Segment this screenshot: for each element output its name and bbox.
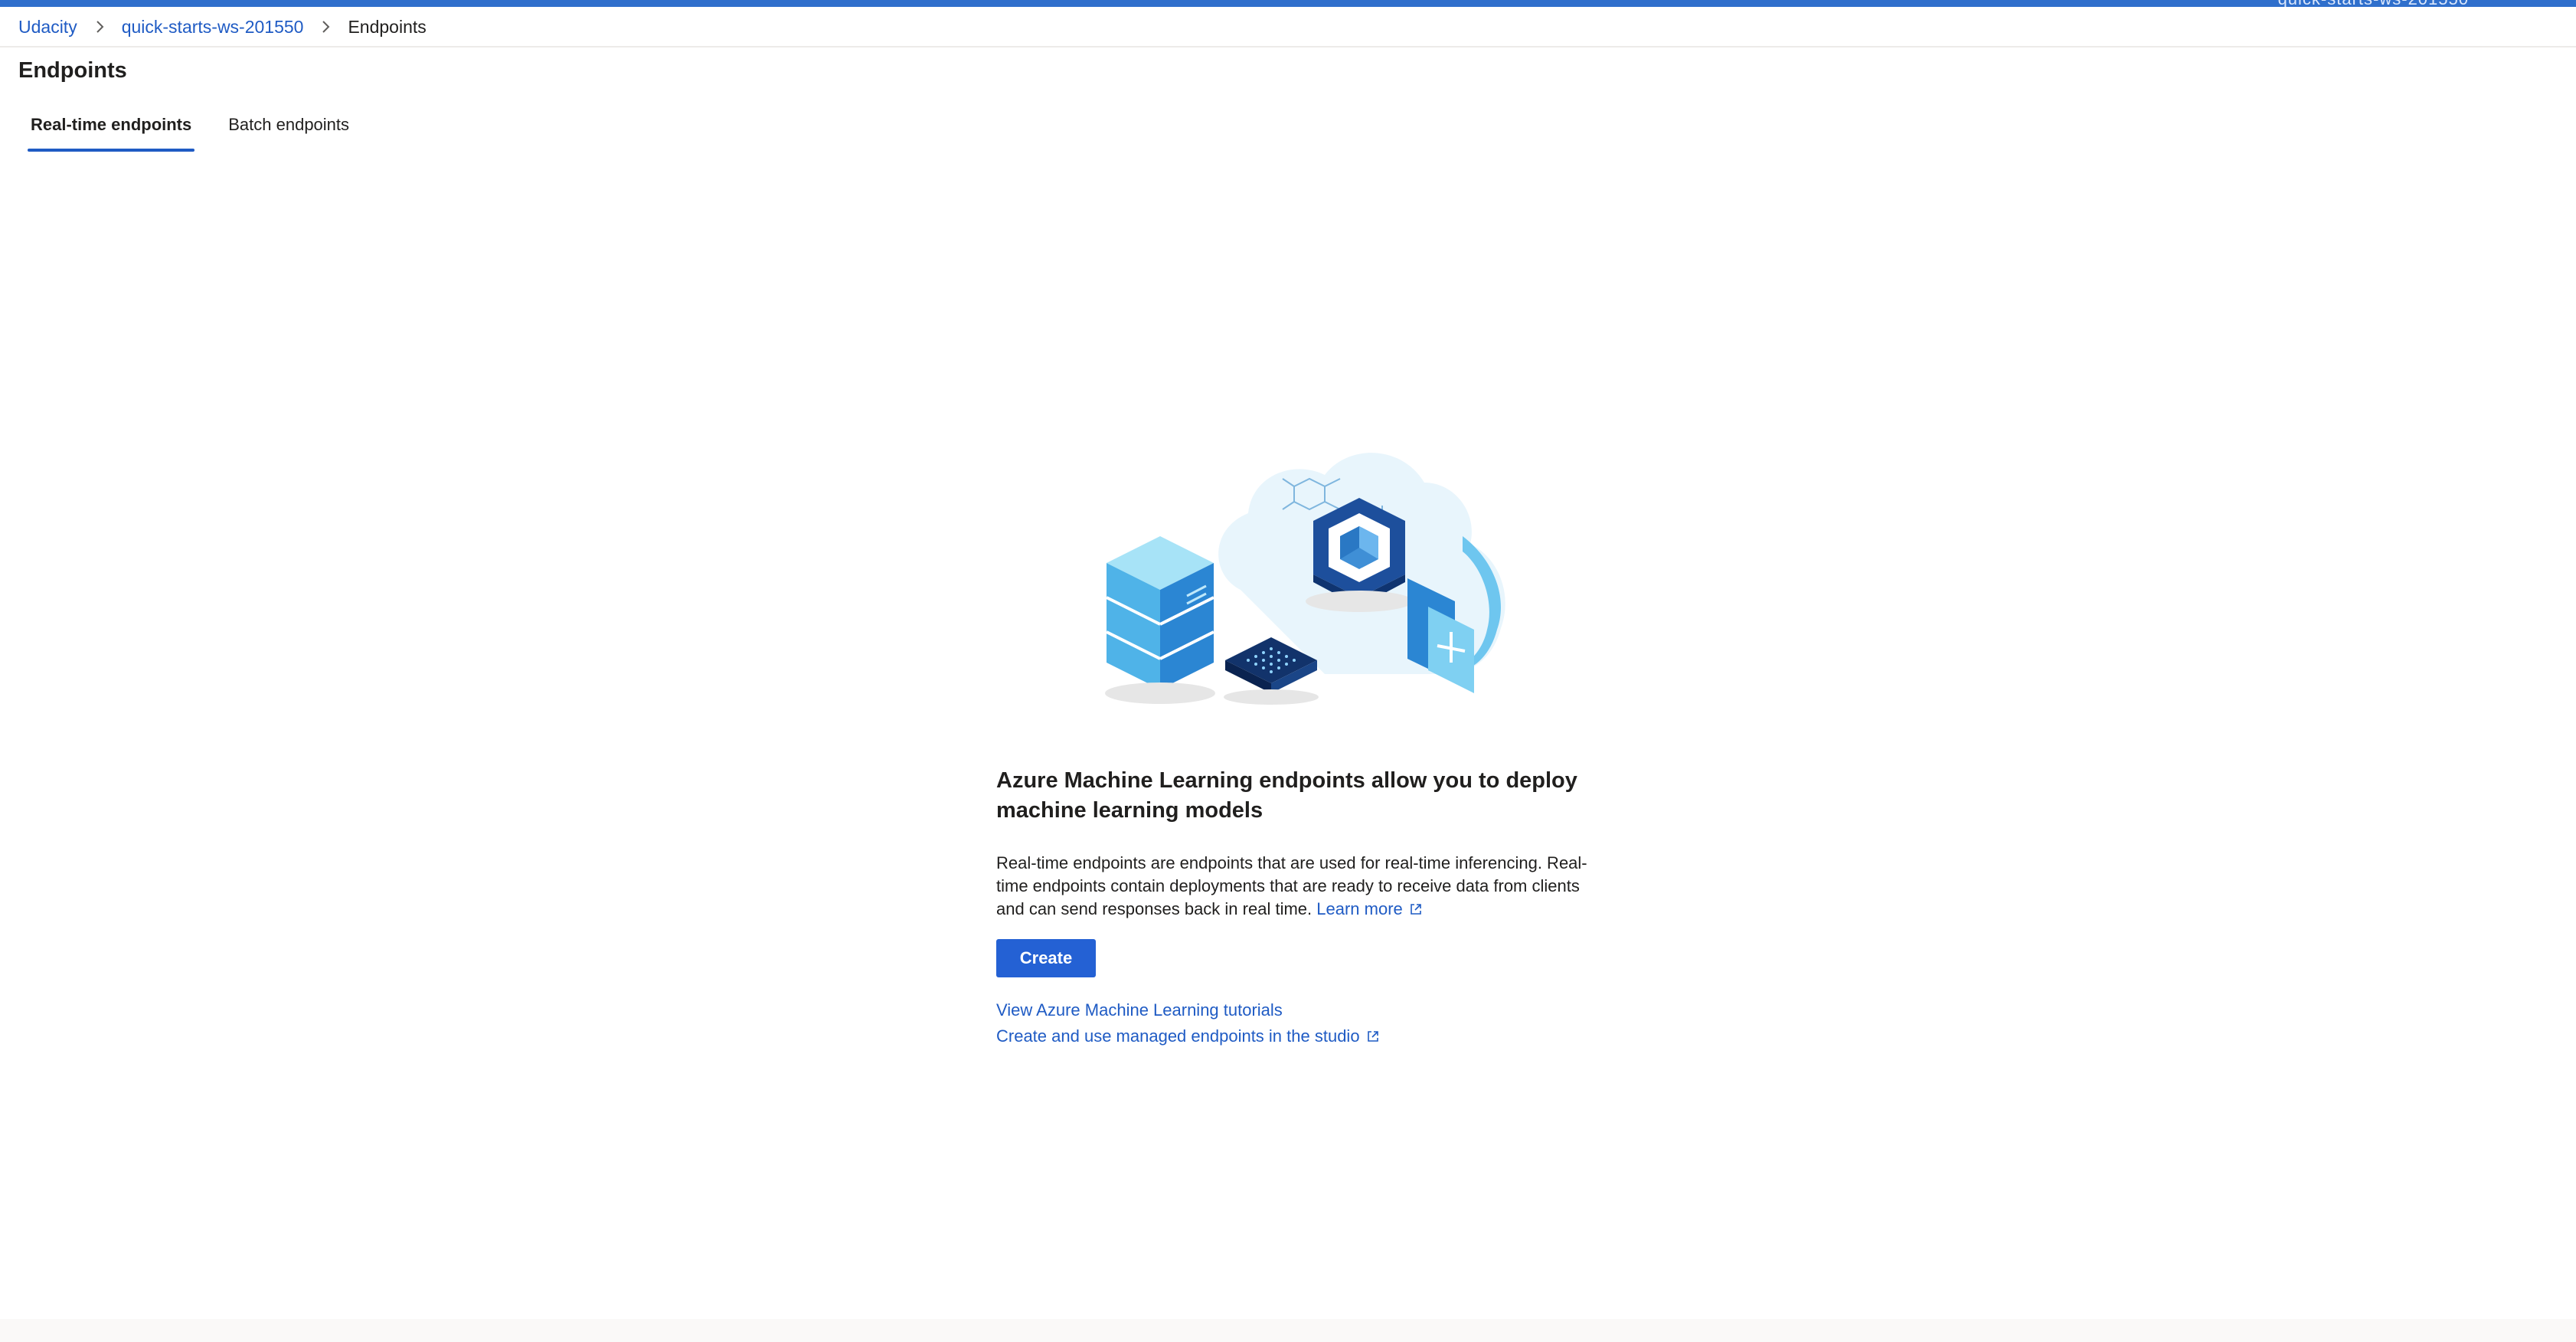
external-link-icon xyxy=(1410,904,1421,915)
empty-state-headline: Azure Machine Learning endpoints allow y… xyxy=(996,768,1577,823)
breadcrumb-udacity[interactable]: Udacity xyxy=(18,17,77,38)
top-bar: quick-starts-ws-201550 xyxy=(0,0,2576,7)
managed-endpoints-label: Create and use managed endpoints in the … xyxy=(996,1026,1360,1046)
empty-state: Azure Machine Learning endpoints allow y… xyxy=(996,766,1601,1048)
tutorials-link[interactable]: View Azure Machine Learning tutorials xyxy=(996,999,1601,1022)
breadcrumb-current: Endpoints xyxy=(348,16,427,37)
create-button[interactable]: Create xyxy=(996,939,1096,977)
workspace-name-clipped[interactable]: quick-starts-ws-201550 xyxy=(2278,0,2469,7)
chevron-right-icon xyxy=(77,15,122,38)
header-divider xyxy=(0,46,2576,47)
empty-state-description: Real-time endpoints are endpoints that a… xyxy=(996,852,1601,921)
managed-endpoints-link[interactable]: Create and use managed endpoints in the … xyxy=(996,1025,1601,1048)
tab-batch-endpoints[interactable]: Batch endpoints xyxy=(225,112,352,152)
description-text: Real-time endpoints are endpoints that a… xyxy=(996,853,1587,918)
tab-real-time-endpoints[interactable]: Real-time endpoints xyxy=(28,112,195,152)
learn-more-label: Learn more xyxy=(1316,899,1403,918)
external-link-icon xyxy=(1367,1031,1378,1042)
breadcrumb: Udacity quick-starts-ws-201550 Endpoints xyxy=(18,14,427,40)
endpoints-illustration xyxy=(1105,453,1505,705)
endpoint-tabs: Real-time endpoints Batch endpoints xyxy=(28,112,352,152)
breadcrumb-workspace[interactable]: quick-starts-ws-201550 xyxy=(122,17,304,38)
chevron-right-icon xyxy=(303,15,348,38)
page-title: Endpoints xyxy=(18,58,127,83)
bottom-bar xyxy=(0,1319,2576,1342)
learn-more-link[interactable]: Learn more xyxy=(1316,899,1423,918)
help-links: View Azure Machine Learning tutorials Cr… xyxy=(996,999,1601,1048)
